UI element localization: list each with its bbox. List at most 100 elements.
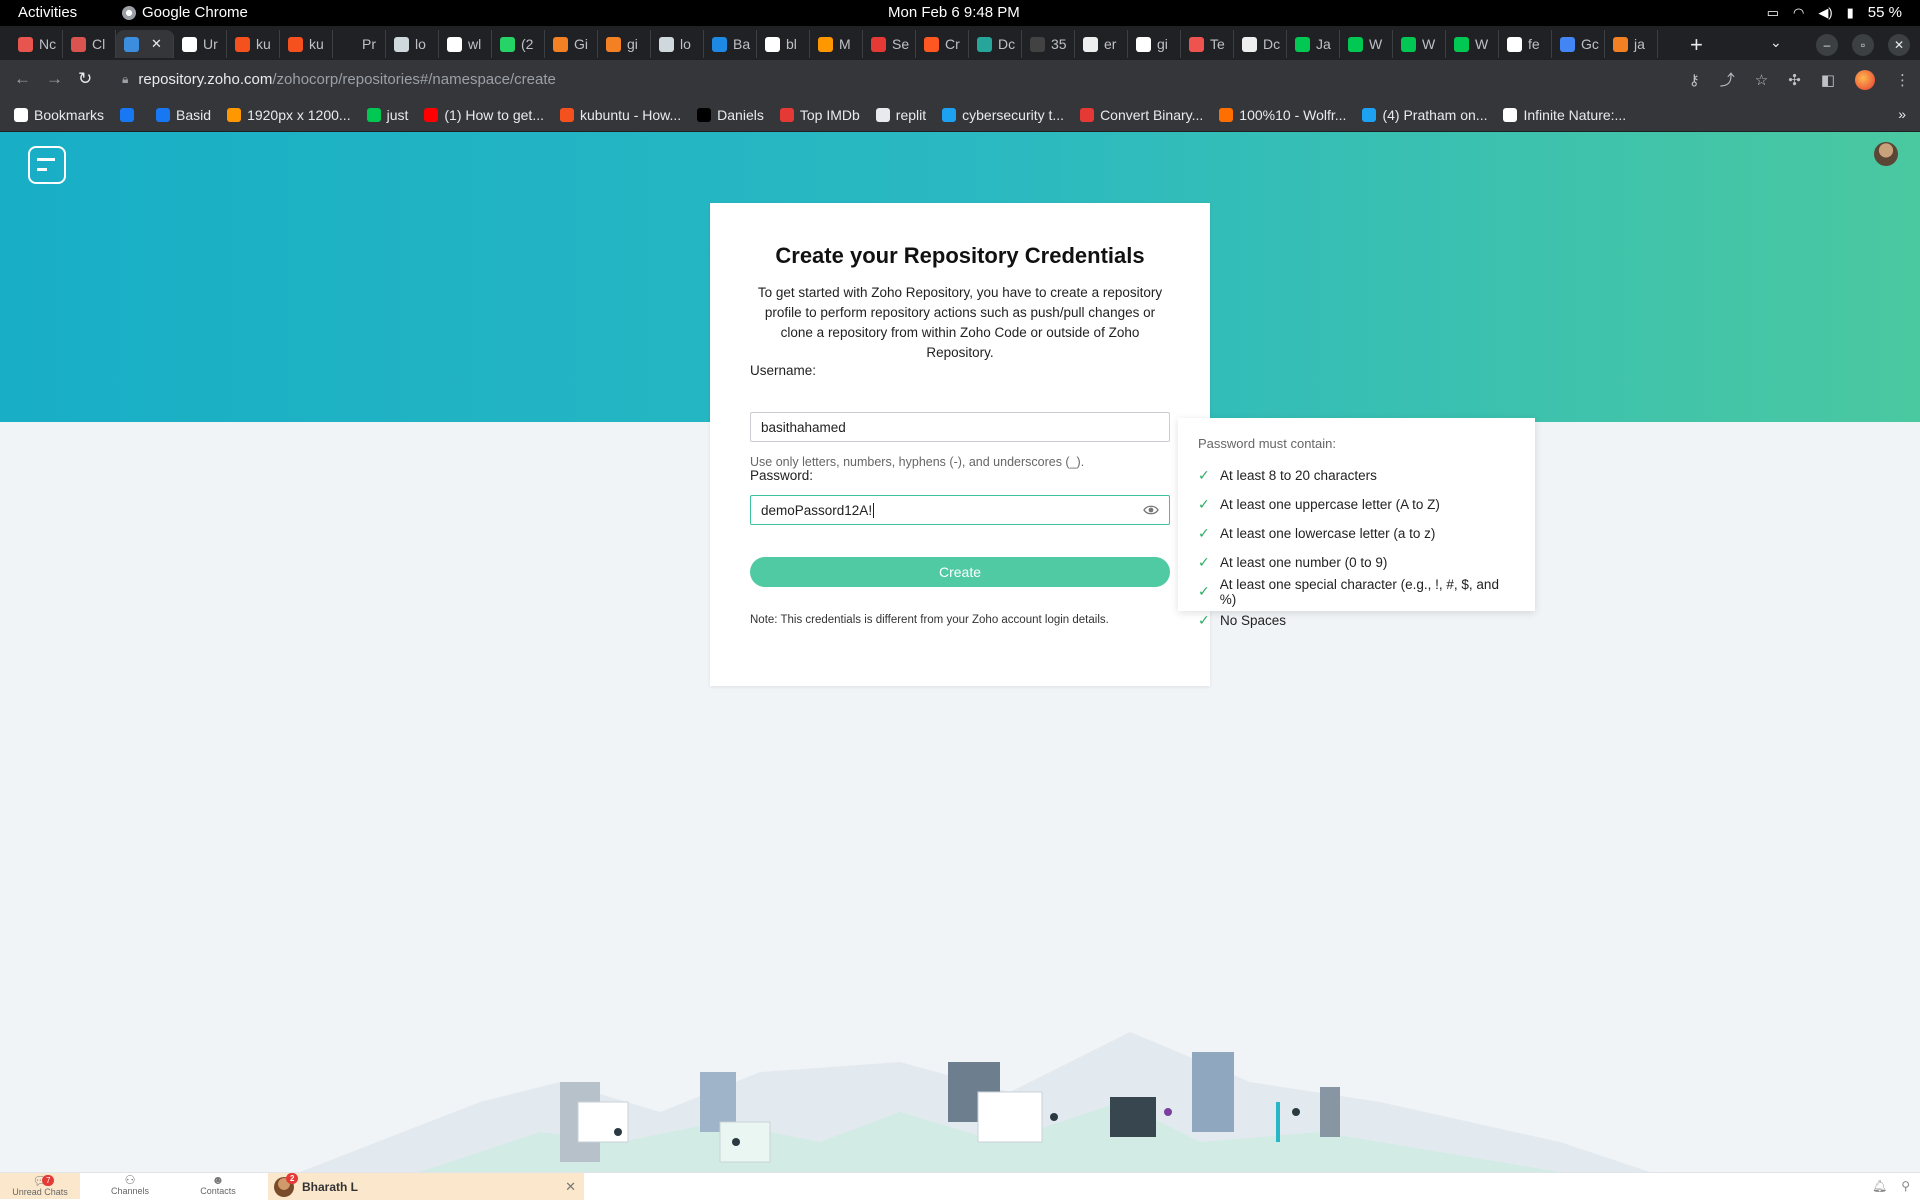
browser-tab[interactable]: W — [1446, 30, 1499, 58]
zoho-repository-logo-icon[interactable] — [28, 146, 66, 184]
clock[interactable]: Mon Feb 6 9:48 PM — [888, 4, 1020, 21]
password-input[interactable]: demoPassord12A! — [750, 495, 1170, 525]
bookmark-item[interactable] — [120, 107, 140, 122]
browser-tab[interactable]: Gc — [1552, 30, 1605, 58]
browser-tab[interactable]: Cr — [916, 30, 969, 58]
browser-tab[interactable]: Dc — [969, 30, 1022, 58]
unread-chats-tab[interactable]: 💬︎ Unread Chats 7 — [0, 1173, 80, 1199]
close-window-button[interactable]: ✕ — [1888, 34, 1910, 56]
new-tab-button[interactable]: + — [1690, 32, 1703, 58]
create-button[interactable]: Create — [750, 557, 1170, 587]
close-tab-icon[interactable]: ✕ — [151, 36, 162, 52]
forward-button[interactable]: → — [46, 69, 63, 89]
checkmark-icon: ✓ — [1198, 525, 1210, 541]
browser-tab[interactable]: lo — [386, 30, 439, 58]
browser-tab[interactable]: lo — [651, 30, 704, 58]
browser-toolbar: ← → ↻ 🔒︎ repository.zoho.com/zohocorp/re… — [0, 60, 1920, 98]
channels-tab[interactable]: ⚇ Channels — [90, 1174, 170, 1197]
share-icon[interactable]: ⤴ — [1720, 69, 1735, 90]
bookmark-item[interactable]: Infinite Nature:... — [1503, 107, 1626, 123]
browser-tab[interactable]: (2 — [492, 30, 545, 58]
tab-title: M — [839, 36, 851, 52]
tab-title: W — [1475, 36, 1489, 52]
bookmark-favicon-icon — [1503, 107, 1518, 122]
bookmark-item[interactable]: Daniels — [697, 107, 764, 123]
profile-icon[interactable] — [1855, 69, 1875, 90]
bookmark-item[interactable]: 1920px x 1200... — [227, 107, 351, 123]
bookmark-label: (4) Pratham on... — [1382, 106, 1488, 123]
bookmark-item[interactable]: kubuntu - How... — [559, 107, 681, 123]
browser-tab[interactable]: ku — [227, 30, 280, 58]
chat-search-icon[interactable]: ⚲ — [1901, 1179, 1910, 1193]
browser-tab[interactable]: Te — [1181, 30, 1234, 58]
system-tray[interactable]: ▭ ◠ ◀) ▮ 55 % — [1767, 4, 1902, 21]
sidepanel-icon[interactable]: ◧ — [1821, 71, 1835, 89]
browser-tab[interactable]: Cl — [63, 30, 116, 58]
browser-tab[interactable]: Ba — [704, 30, 757, 58]
app-menu[interactable]: Google Chrome — [122, 4, 248, 21]
bookmark-item[interactable]: 100%10 - Wolfr... — [1219, 107, 1346, 123]
extensions-icon[interactable]: ✣ — [1788, 71, 1801, 89]
battery-icon: ▮ — [1846, 4, 1854, 20]
tab-title: lo — [680, 36, 691, 52]
bookmarks-folder[interactable]: Bookmarks — [14, 107, 104, 123]
browser-tab[interactable]: ja — [1605, 30, 1658, 58]
browser-tab[interactable]: gi — [1128, 30, 1181, 58]
address-bar[interactable]: 🔒︎ repository.zoho.com/zohocorp/reposito… — [110, 65, 1690, 93]
browser-tab[interactable]: Ja — [1287, 30, 1340, 58]
browser-tab[interactable]: bl — [757, 30, 810, 58]
bookmark-favicon-icon — [559, 107, 574, 122]
browser-tab[interactable]: fe — [1499, 30, 1552, 58]
reload-button[interactable]: ↻ — [78, 69, 92, 89]
bookmark-item[interactable]: cybersecurity t... — [942, 107, 1064, 123]
browser-tab[interactable]: 35 — [1022, 30, 1075, 58]
browser-tab[interactable]: Dc — [1234, 30, 1287, 58]
maximize-button[interactable]: ▫ — [1852, 34, 1874, 56]
tab-title: bl — [786, 36, 797, 52]
contacts-tab[interactable]: ☻ Contacts — [178, 1174, 258, 1197]
bookmark-favicon-icon — [875, 107, 890, 122]
browser-tab[interactable]: Se — [863, 30, 916, 58]
browser-tab[interactable]: er — [1075, 30, 1128, 58]
browser-tab[interactable]: wl — [439, 30, 492, 58]
active-chat-tab[interactable]: 2 Bharath L ✕ — [268, 1173, 584, 1200]
more-bookmarks-icon[interactable]: » — [1898, 106, 1906, 122]
tab-favicon-icon — [1189, 36, 1204, 52]
browser-tab[interactable]: M — [810, 30, 863, 58]
menu-icon[interactable]: ⋮ — [1895, 71, 1910, 89]
checkmark-icon: ✓ — [1198, 496, 1210, 512]
bookmark-item[interactable]: Convert Binary... — [1080, 107, 1203, 123]
bookmark-item[interactable]: Basid — [156, 107, 211, 123]
activities-button[interactable]: Activities — [18, 4, 77, 21]
tab-favicon-icon — [1401, 36, 1416, 52]
browser-tab[interactable]: Pr — [333, 30, 386, 58]
notifications-icon[interactable]: 🔔︎ — [1872, 1179, 1887, 1193]
tab-search-icon[interactable]: ⌄ — [1770, 34, 1782, 51]
bookmark-item[interactable]: replit — [875, 107, 926, 123]
browser-tab[interactable]: Ur — [174, 30, 227, 58]
bookmark-item[interactable]: (4) Pratham on... — [1362, 107, 1487, 123]
browser-tab[interactable]: W — [1340, 30, 1393, 58]
username-input[interactable]: basithahamed — [750, 412, 1170, 442]
show-password-eye-icon[interactable] — [1143, 502, 1159, 518]
lock-icon[interactable]: 🔒︎ — [122, 72, 128, 87]
back-button[interactable]: ← — [14, 69, 31, 89]
tab-title: fe — [1528, 36, 1540, 52]
bookmark-favicon-icon — [779, 107, 794, 122]
browser-tab[interactable]: Gi — [545, 30, 598, 58]
bookmark-item[interactable]: just — [366, 107, 408, 123]
tab-title: Se — [892, 36, 910, 52]
bookmark-item[interactable]: Top IMDb — [779, 107, 860, 123]
browser-tab[interactable]: gi — [598, 30, 651, 58]
close-chat-icon[interactable]: ✕ — [565, 1179, 576, 1195]
browser-tab[interactable]: ✕ — [116, 30, 174, 58]
browser-tab[interactable]: W — [1393, 30, 1446, 58]
user-avatar[interactable] — [1874, 142, 1898, 166]
bookmark-item[interactable]: (1) How to get... — [424, 107, 544, 123]
minimize-button[interactable]: – — [1816, 34, 1838, 56]
browser-tab[interactable]: Nc — [10, 30, 63, 58]
browser-tab[interactable]: ku — [280, 30, 333, 58]
star-icon[interactable]: ☆ — [1755, 71, 1768, 89]
key-icon[interactable]: ⚷ — [1689, 71, 1700, 89]
tabs-container: Nc Cl ✕ Ur ku ku Pr lo wl (2 Gi gi lo Ba bl M Se Cr Dc 35 er… — [10, 30, 1658, 58]
